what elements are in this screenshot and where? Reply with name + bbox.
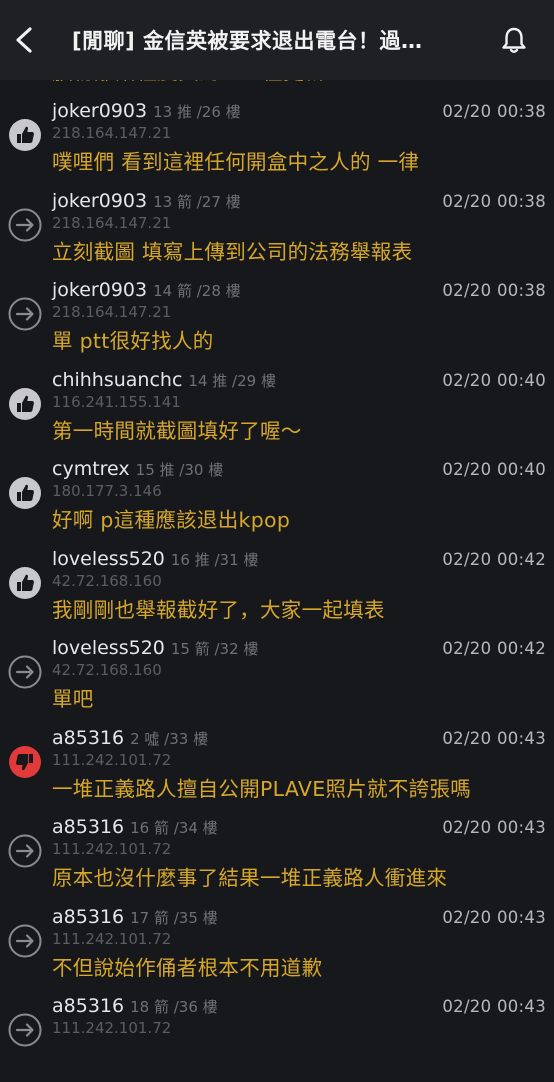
comment-time: 02/20 00:43 [442, 818, 546, 837]
arrow-right-icon [8, 297, 42, 331]
comment-list[interactable]: joker0903 13 推 /26 樓 02/20 00:38 218.164.14… [0, 97, 554, 1082]
comment-content: 一堆正義路人擅自公開PLAVE照片就不誇張嗎 [52, 776, 472, 801]
comment-username[interactable]: a85316 [52, 727, 124, 749]
push-thumbs-up-icon [8, 476, 42, 510]
comment-item[interactable]: joker0903 13 箭 /27 樓 02/20 00:38 218.164.14… [0, 187, 554, 277]
comment-item[interactable]: a85316 18 箭 /36 樓 02/20 00:43 111.242.101.7… [0, 992, 554, 1082]
notification-button[interactable] [492, 18, 536, 62]
comment-username[interactable]: a85316 [52, 906, 124, 928]
push-thumbs-up-icon [8, 566, 42, 600]
arrow-right-icon [8, 1013, 42, 1047]
comment-username[interactable]: a85316 [52, 816, 124, 838]
comment-time: 02/20 00:40 [442, 370, 546, 390]
comment-item[interactable]: loveless520 15 箭 /32 樓 02/20 00:42 42.72.16… [0, 634, 554, 724]
comment-ip: 218.164.147.21 [52, 303, 172, 321]
comment-content: 噗哩們 看到這裡任何開盒中之人的 一律 [52, 150, 420, 174]
comment-username[interactable]: joker0903 [52, 190, 147, 212]
comment-floor-meta: 18 箭 /36 樓 [130, 998, 218, 1016]
comment-username[interactable]: a85316 [52, 995, 124, 1017]
comment-ip: 116.241.155.141 [52, 392, 181, 411]
comment-floor-meta: 15 箭 /32 樓 [170, 640, 259, 658]
chevron-left-icon [16, 27, 32, 53]
comment-floor-meta: 15 推 /30 樓 [135, 461, 224, 479]
comment-content: 好啊 p這種應該退出kpop [52, 508, 291, 532]
comment-time: 02/20 00:43 [442, 997, 546, 1016]
comment-floor-meta: 13 箭 /27 樓 [153, 192, 241, 211]
comment-floor-meta: 16 箭 /34 樓 [130, 819, 218, 837]
bell-icon [502, 27, 526, 53]
comment-ip: 180.177.3.146 [52, 482, 162, 500]
push-thumbs-up-icon [8, 387, 42, 421]
comment-time: 02/20 00:43 [442, 728, 546, 748]
push-thumbs-up-icon [8, 118, 42, 152]
top-bar: [閒聊] 金信英被要求退出電台！過… [0, 0, 554, 80]
comment-item[interactable]: chihhsuanchc 14 推 /29 樓 02/20 00:40 116.241… [0, 366, 554, 456]
comment-time: 02/20 00:38 [442, 281, 546, 300]
comment-time: 02/20 00:40 [442, 460, 546, 479]
comment-content: 單 ptt很好找人的 [52, 329, 214, 353]
comment-ip: 42.72.168.160 [52, 661, 162, 679]
comment-content: 不但說始作俑者根本不用道歉 [52, 955, 323, 980]
comment-ip: 111.242.101.72 [52, 1019, 172, 1037]
arrow-right-icon [8, 655, 42, 689]
comment-floor-meta: 13 推 /26 樓 [153, 103, 241, 121]
comment-content: 第一時間就截圖填好了喔～ [52, 418, 302, 443]
comment-ip: 218.164.147.21 [52, 213, 172, 232]
comment-item[interactable]: loveless520 16 推 /31 樓 02/20 00:42 42.72.16… [0, 545, 554, 635]
comment-item[interactable]: a85316 17 箭 /35 樓 02/20 00:43 111.242.101.7… [0, 903, 554, 993]
comment-time: 02/20 00:43 [442, 907, 546, 927]
comment-ip: 42.72.168.160 [52, 571, 162, 590]
arrow-right-icon [8, 924, 42, 958]
arrow-right-icon [8, 834, 42, 868]
boo-thumbs-down-icon [8, 745, 42, 779]
comment-floor-meta: 2 噓 /33 樓 [130, 729, 209, 748]
comment-content: 單吧 [52, 687, 94, 711]
comment-floor-meta: 14 箭 /28 樓 [153, 282, 241, 300]
comment-username[interactable]: joker0903 [52, 279, 147, 301]
comment-item[interactable]: a85316 2 噓 /33 樓 02/20 00:43 111.242.101.72… [0, 724, 554, 814]
comment-username[interactable]: loveless520 [52, 548, 165, 570]
comment-ip: 111.242.101.72 [52, 750, 172, 769]
comment-time: 02/20 00:42 [442, 639, 546, 658]
comment-item[interactable]: cymtrex 15 推 /30 樓 02/20 00:40 180.177.3.14… [0, 455, 554, 545]
comment-username[interactable]: chihhsuanchc [52, 369, 182, 391]
comment-floor-meta: 16 推 /31 樓 [170, 550, 259, 569]
comment-floor-meta: 17 箭 /35 樓 [130, 908, 218, 927]
comment-time: 02/20 00:38 [442, 102, 546, 121]
comment-floor-meta: 14 推 /29 樓 [188, 371, 276, 390]
comment-content: 原本也沒什麼事了結果一堆正義路人衝進來 [52, 866, 448, 890]
comment-item[interactable]: joker0903 13 推 /26 樓 02/20 00:38 218.164.14… [0, 97, 554, 187]
comment-time: 02/20 00:38 [442, 191, 546, 211]
page-title: [閒聊] 金信英被要求退出電台！過… [72, 29, 423, 53]
comment-ip: 111.242.101.72 [52, 840, 172, 858]
back-button[interactable] [2, 18, 46, 62]
comment-username[interactable]: loveless520 [52, 637, 165, 659]
comment-username[interactable]: joker0903 [52, 100, 147, 122]
comment-content: 立刻截圖 填寫上傳到公司的法務舉報表 [52, 239, 413, 264]
comment-ip: 218.164.147.21 [52, 124, 172, 142]
arrow-right-icon [8, 208, 42, 242]
comment-item[interactable]: joker0903 14 箭 /28 樓 02/20 00:38 218.164.14… [0, 276, 554, 366]
comment-ip: 111.242.101.72 [52, 929, 172, 948]
comment-item[interactable]: a85316 16 箭 /34 樓 02/20 00:43 111.242.101.7… [0, 813, 554, 903]
comment-content: 我剛剛也舉報截好了，大家一起填表 [52, 597, 385, 622]
comment-time: 02/20 00:42 [442, 549, 546, 569]
comment-username[interactable]: cymtrex [52, 458, 130, 480]
